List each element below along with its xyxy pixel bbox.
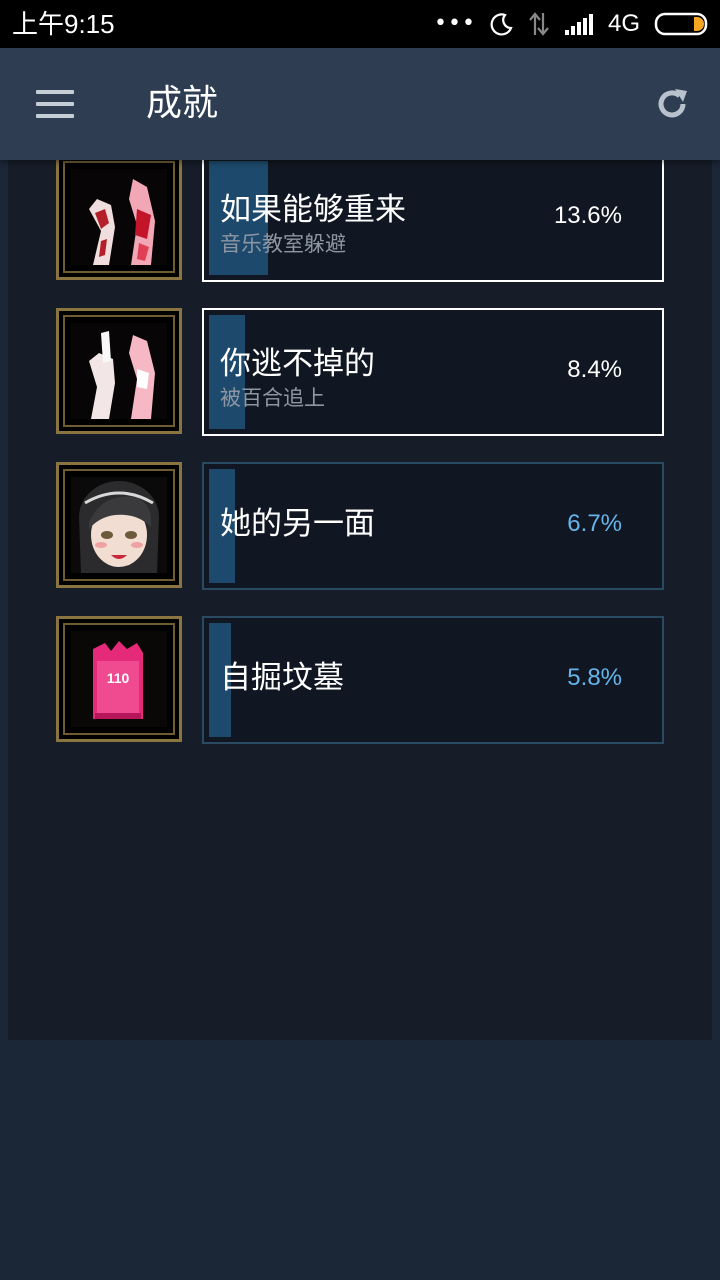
achievement-name: 她的另一面	[220, 506, 375, 542]
achievement-percent: 5.8%	[567, 664, 622, 691]
refresh-button[interactable]	[652, 84, 692, 124]
achievement-card: 你逃不掉的 被百合追上 8.4%	[202, 308, 664, 436]
achievement-row[interactable]: 你逃不掉的 被百合追上 8.4%	[8, 308, 712, 438]
bloody-hand-icon	[71, 169, 167, 265]
achievement-name: 如果能够重来	[220, 192, 406, 228]
achievement-description: 被百合追上	[220, 386, 325, 410]
hamburger-menu-icon	[36, 88, 76, 122]
achievement-percent: 6.7%	[567, 510, 622, 537]
refresh-icon	[658, 89, 687, 118]
phone-icon-text: 110	[107, 670, 130, 686]
status-time: 上午9:15	[12, 9, 115, 39]
achievement-icon-frame	[56, 308, 182, 434]
achievement-percent: 13.6%	[553, 202, 622, 229]
achievement-name: 自掘坟墓	[220, 660, 344, 696]
moon-icon	[490, 13, 513, 36]
achievements-list: 如果能够重来 音乐教室躲避 13.6% 你逃不掉的 被百合追上 8.4% 她的另…	[8, 160, 712, 1040]
achievement-icon-frame	[56, 462, 182, 588]
girl-face-icon	[71, 477, 167, 573]
status-bar: 上午9:15 ••• 4G	[0, 0, 720, 48]
status-icons: ••• 4G	[434, 8, 710, 40]
app-bar: 成就	[0, 48, 720, 160]
achievement-row[interactable]: 如果能够重来 音乐教室躲避 13.6%	[8, 160, 712, 284]
achievement-card: 自掘坟墓 5.8%	[202, 616, 664, 744]
achievement-icon-frame	[56, 160, 182, 280]
achievement-card: 如果能够重来 音乐教室躲避 13.6%	[202, 160, 664, 282]
page-title: 成就	[146, 83, 219, 124]
achievement-description: 音乐教室躲避	[220, 232, 346, 256]
achievement-percent: 8.4%	[567, 356, 622, 383]
signal-icon	[564, 14, 593, 35]
achievement-icon-frame: 110	[56, 616, 182, 742]
knife-hand-icon	[71, 323, 167, 419]
achievement-row[interactable]: 110 自掘坟墓 5.8%	[8, 616, 712, 746]
achievement-name: 你逃不掉的	[220, 346, 375, 382]
more-dots-icon: •••	[434, 11, 476, 36]
network-type: 4G	[607, 10, 640, 37]
achievement-row[interactable]: 她的另一面 6.7%	[8, 462, 712, 592]
data-transfer-icon	[529, 12, 549, 36]
achievement-card: 她的另一面 6.7%	[202, 462, 664, 590]
battery-icon	[654, 12, 708, 36]
broken-phone-icon: 110	[71, 631, 167, 727]
menu-button[interactable]	[36, 88, 76, 122]
